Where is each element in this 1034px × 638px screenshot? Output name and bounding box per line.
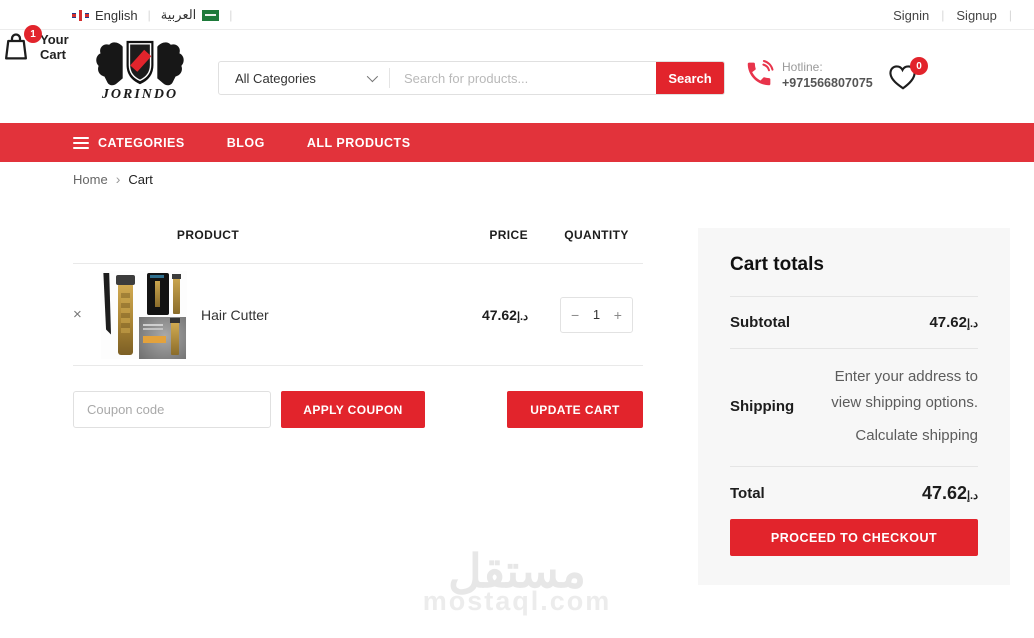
- category-select[interactable]: All Categories: [219, 62, 389, 94]
- cart-table-header: PRODUCT PRICE QUANTITY: [73, 220, 643, 250]
- update-cart-button[interactable]: UPDATE CART: [507, 391, 643, 428]
- hotline-label: Hotline:: [782, 60, 823, 74]
- brand-logo[interactable]: JORINDO: [92, 39, 188, 103]
- product-image-part: [139, 316, 186, 359]
- total-value: 47.62د.إ: [921, 483, 978, 503]
- language-english-label: English: [95, 7, 138, 23]
- subtotal-row: Subtotal 47.62د.إ: [730, 297, 978, 348]
- wishlist-button[interactable]: 0: [888, 57, 928, 91]
- total-row: Total 47.62د.إ: [730, 467, 978, 519]
- breadcrumb-home[interactable]: Home: [73, 172, 108, 187]
- quantity-increase-button[interactable]: +: [614, 308, 622, 322]
- brand-name: JORINDO: [101, 87, 179, 102]
- hotline: Hotline: +971566807075: [744, 59, 873, 91]
- wishlist-count-badge: 0: [910, 57, 928, 75]
- language-arabic[interactable]: العربية: [161, 7, 220, 23]
- cart-page: English | العربية | Signin | Signup | JO…: [0, 0, 1034, 638]
- nav-categories[interactable]: CATEGORIES: [73, 136, 185, 150]
- cart-label-line2: Cart: [40, 47, 67, 62]
- cart-count-badge: 1: [24, 25, 42, 43]
- quantity-cell: − 1 +: [528, 296, 643, 333]
- language-switcher: English | العربية |: [72, 0, 232, 30]
- language-english[interactable]: English: [72, 8, 138, 23]
- shipping-label: Shipping: [730, 398, 795, 415]
- calculate-shipping-link[interactable]: Calculate shipping: [808, 423, 978, 449]
- chevron-down-icon: [366, 70, 379, 83]
- total-label: Total: [730, 485, 765, 502]
- nav-categories-label: CATEGORIES: [98, 135, 185, 150]
- header-price: PRICE: [489, 228, 528, 242]
- saudi-flag-icon: [202, 9, 220, 21]
- product-image-part: [147, 272, 169, 315]
- signup-link[interactable]: Signup: [956, 8, 996, 23]
- shipping-row: Shipping Enter your address to view ship…: [730, 349, 978, 466]
- product-image-part: [103, 272, 111, 335]
- divider: |: [1008, 8, 1012, 22]
- divider: |: [147, 8, 151, 22]
- search-button[interactable]: Search: [656, 62, 724, 94]
- product-name-link[interactable]: Hair Cutter: [201, 307, 269, 323]
- subtotal-label: Subtotal: [730, 314, 790, 331]
- top-bar: English | العربية | Signin | Signup |: [0, 0, 1034, 30]
- cart-label: Your Cart: [40, 32, 69, 62]
- nav-all-products[interactable]: ALL PRODUCTS: [307, 136, 411, 150]
- hamburger-icon: [73, 136, 89, 149]
- product-cell: × Hair Cutter: [73, 270, 458, 359]
- uk-flag-icon: [72, 9, 89, 21]
- auth-links: Signin | Signup |: [893, 0, 1012, 30]
- language-arabic-label: العربية: [160, 7, 197, 22]
- nav-blog[interactable]: BLOG: [227, 136, 265, 150]
- cart-item-row: × Hair Cutter 47.62د.إ − 1 +: [73, 264, 643, 365]
- cart-totals-panel: Cart totals Subtotal 47.62د.إ Shipping E…: [698, 228, 1010, 585]
- shipping-note-line1: Enter your address to: [834, 368, 978, 385]
- breadcrumb-separator: ›: [115, 171, 121, 187]
- breadcrumb: Home › Cart: [73, 171, 153, 187]
- remove-item-button[interactable]: ×: [73, 306, 95, 323]
- coupon-row: APPLY COUPON UPDATE CART: [73, 391, 643, 428]
- hotline-text: Hotline: +971566807075: [782, 59, 873, 91]
- quantity-decrease-button[interactable]: −: [571, 308, 579, 322]
- watermark-arabic: مستقل: [448, 545, 586, 597]
- subtotal-value: 47.62د.إ: [929, 314, 978, 331]
- header-quantity: QUANTITY: [564, 228, 629, 242]
- search-bar: All Categories Search: [218, 61, 725, 95]
- price-cell: 47.62د.إ: [458, 307, 528, 323]
- jorindo-crest-icon: [96, 40, 184, 86]
- hotline-number: +971566807075: [782, 76, 873, 90]
- divider: [73, 365, 643, 366]
- currency-symbol: د.إ: [516, 310, 528, 323]
- cart-totals-title: Cart totals: [730, 254, 824, 275]
- product-image-part: [172, 273, 181, 314]
- nav-blog-label: BLOG: [226, 135, 265, 150]
- signin-link[interactable]: Signin: [893, 8, 929, 23]
- price-value: 47.62: [481, 306, 517, 323]
- watermark-domain: mostaql.com: [422, 586, 612, 616]
- cart-label-line1: Your: [40, 32, 69, 47]
- search-input[interactable]: [390, 62, 656, 94]
- nav-all-products-label: ALL PRODUCTS: [306, 135, 411, 150]
- apply-coupon-button[interactable]: APPLY COUPON: [281, 391, 425, 428]
- cart-table: PRODUCT PRICE QUANTITY × Hair Cutter 47.…: [73, 220, 643, 428]
- product-image-part: [116, 274, 135, 355]
- phone-icon: [747, 60, 774, 86]
- shipping-info: Enter your address to view shipping opti…: [808, 364, 978, 449]
- breadcrumb-current: Cart: [128, 171, 153, 187]
- main-nav: CATEGORIES BLOG ALL PRODUCTS: [0, 123, 1034, 162]
- quantity-stepper: − 1 +: [560, 296, 633, 333]
- currency-symbol: د.إ: [966, 490, 978, 502]
- divider: |: [229, 8, 233, 22]
- main-header: JORINDO All Categories Search Hotline: +…: [0, 25, 1034, 123]
- coupon-code-input[interactable]: [73, 391, 271, 428]
- proceed-to-checkout-button[interactable]: PROCEED TO CHECKOUT: [730, 519, 978, 556]
- category-select-value: All Categories: [235, 70, 316, 86]
- watermark: مستقل mostaql.com: [423, 548, 612, 617]
- header-product: PRODUCT: [176, 228, 240, 242]
- currency-symbol: د.إ: [966, 318, 978, 330]
- quantity-value: 1: [592, 307, 601, 322]
- divider: |: [941, 8, 945, 22]
- product-image[interactable]: [101, 270, 187, 359]
- shipping-note-line2: view shipping options.: [831, 394, 978, 411]
